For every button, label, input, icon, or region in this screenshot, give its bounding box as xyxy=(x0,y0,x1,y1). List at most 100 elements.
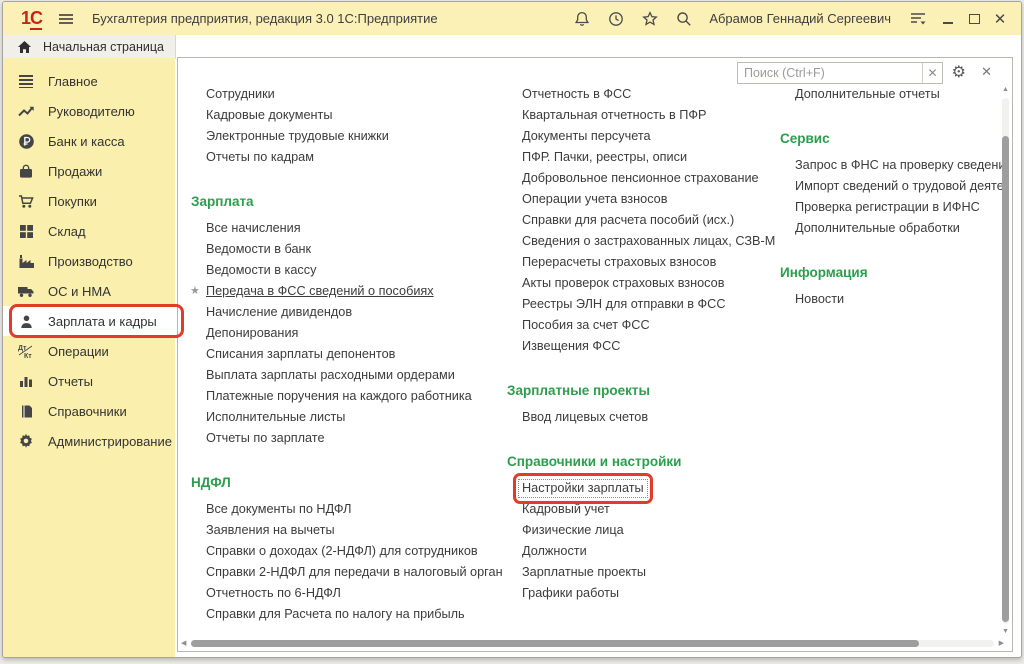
menu-link[interactable]: Перерасчеты страховых взносов xyxy=(522,255,716,269)
menu-link[interactable]: Списания зарплаты депонентов xyxy=(206,347,395,361)
menu-link[interactable]: Зарплатные проекты xyxy=(522,565,646,579)
menu-link[interactable]: Графики работы xyxy=(522,586,619,600)
menu-link[interactable]: Справки для расчета пособий (исх.) xyxy=(522,213,734,227)
history-icon[interactable] xyxy=(599,6,633,32)
chart-icon xyxy=(16,374,36,388)
sidebar-item-bank-i-kassa[interactable]: Банк и касса xyxy=(3,126,175,156)
menu-link[interactable]: Отчетность по 6-НДФЛ xyxy=(206,586,341,600)
sidebar-item-label: Покупки xyxy=(48,194,97,209)
ruble-icon xyxy=(16,133,36,150)
menu-link[interactable]: Депонирования xyxy=(206,326,298,340)
sidebar-item-prodazhi[interactable]: Продажи xyxy=(3,156,175,186)
menu-link[interactable]: Дополнительные отчеты xyxy=(795,87,940,101)
close-window-button[interactable]: ✕ xyxy=(987,7,1013,31)
menu-link[interactable]: Передача в ФСС сведений о пособиях xyxy=(206,284,434,298)
menu-link[interactable]: Отчеты по зарплате xyxy=(206,431,325,445)
menu-link[interactable]: Документы персучета xyxy=(522,129,651,143)
menu-link[interactable]: Выплата зарплаты расходными ордерами xyxy=(206,368,455,382)
menu-link[interactable]: Справки 2-НДФЛ для передачи в налоговый … xyxy=(206,565,503,579)
person-icon xyxy=(16,314,36,329)
menu-link[interactable]: Кадровые документы xyxy=(206,108,332,122)
menu-link[interactable]: Сведения о застрахованных лицах, СЗВ-М xyxy=(522,234,775,248)
svg-text:Кт: Кт xyxy=(24,353,32,359)
sidebar-item-operacii[interactable]: ДтКтОперации xyxy=(3,336,175,366)
menu-link[interactable]: Реестры ЭЛН для отправки в ФСС xyxy=(522,297,726,311)
favorites-star-icon[interactable] xyxy=(633,6,667,32)
menu-link[interactable]: ПФР. Пачки, реестры, описи xyxy=(522,150,687,164)
menu-link[interactable]: Сотрудники xyxy=(206,87,275,101)
menu-link[interactable]: Платежные поручения на каждого работника xyxy=(206,389,472,403)
menu-link[interactable]: Физические лица xyxy=(522,523,624,537)
maximize-button[interactable] xyxy=(961,7,987,31)
menu-link[interactable]: Ввод лицевых счетов xyxy=(522,410,648,424)
notifications-bell-icon[interactable] xyxy=(565,6,599,32)
menu-link[interactable]: Исполнительные листы xyxy=(206,410,345,424)
vertical-scroll-thumb[interactable] xyxy=(1002,136,1009,622)
sidebar-item-pokupki[interactable]: Покупки xyxy=(3,186,175,216)
sidebar-item-administrirovanie[interactable]: Администрирование xyxy=(3,426,175,456)
menu-link[interactable]: Электронные трудовые книжки xyxy=(206,129,389,143)
main-menu-icon[interactable] xyxy=(58,13,74,25)
menu-link[interactable]: Проверка регистрации в ИФНС xyxy=(795,200,980,214)
menu-item-row: Операции учета взносов xyxy=(506,189,772,210)
menu-link[interactable]: Отчеты по кадрам xyxy=(206,150,314,164)
scroll-left-arrow[interactable]: ◀ xyxy=(181,639,186,648)
menu-item-row: Все документы по НДФЛ xyxy=(190,499,502,520)
menu-link[interactable]: Должности xyxy=(522,544,587,558)
sidebar-item-proizvodstvo[interactable]: Производство xyxy=(3,246,175,276)
service-menu-icon[interactable] xyxy=(901,6,935,32)
menu-item-row: Ведомости в банк xyxy=(190,239,502,260)
menu-item-row: Ввод лицевых счетов xyxy=(506,407,772,428)
scroll-up-arrow[interactable]: ▲ xyxy=(1001,86,1010,94)
menu-link[interactable]: Ведомости в кассу xyxy=(206,263,316,277)
tab-home-page[interactable]: Начальная страница xyxy=(3,35,176,59)
sidebar-item-label: Справочники xyxy=(48,404,127,419)
menu-item-row: Новости xyxy=(779,289,1007,310)
menu-link[interactable]: Все начисления xyxy=(206,221,301,235)
minimize-button[interactable] xyxy=(935,7,961,31)
global-search-icon[interactable] xyxy=(667,6,701,32)
menu-item-row: Дополнительные обработки xyxy=(779,218,1007,239)
sidebar-item-spravochniki[interactable]: Справочники xyxy=(3,396,175,426)
section-header: Зарплата xyxy=(191,194,502,209)
trend-icon xyxy=(16,104,36,118)
menu-link[interactable]: Справки для Расчета по налогу на прибыль xyxy=(206,607,465,621)
sidebar-item-rukovoditelyu[interactable]: Руководителю xyxy=(3,96,175,126)
scroll-right-arrow[interactable]: ▶ xyxy=(999,639,1004,648)
sidebar-item-otchety[interactable]: Отчеты xyxy=(3,366,175,396)
sidebar-item-sklad[interactable]: Склад xyxy=(3,216,175,246)
menu-link[interactable]: Все документы по НДФЛ xyxy=(206,502,351,516)
menu-item-row: Импорт сведений о трудовой деятельност xyxy=(779,176,1007,197)
menu-link[interactable]: Отчетность в ФСС xyxy=(522,87,631,101)
sidebar-item-os-i-nma[interactable]: ОС и НМА xyxy=(3,276,175,306)
tab-home-label: Начальная страница xyxy=(43,40,164,54)
menu-link[interactable]: Запрос в ФНС на проверку сведений раб xyxy=(795,158,1007,172)
menu-link[interactable]: Добровольное пенсионное страхование xyxy=(522,171,759,185)
menu-link[interactable]: Новости xyxy=(795,292,844,306)
menu-item-row: Графики работы xyxy=(506,583,772,604)
menu-lines-icon xyxy=(16,74,36,88)
tab-strip xyxy=(175,35,1021,57)
menu-link[interactable]: Заявления на вычеты xyxy=(206,523,335,537)
menu-item-row: Платежные поручения на каждого работника xyxy=(190,386,502,407)
grid-icon xyxy=(16,224,36,239)
menu-link[interactable]: Акты проверок страховых взносов xyxy=(522,276,724,290)
menu-link-nastroyki-zarplaty[interactable]: Настройки зарплаты xyxy=(518,479,648,498)
menu-link[interactable]: Кадровый учет xyxy=(522,502,610,516)
horizontal-scroll-thumb[interactable] xyxy=(191,640,919,647)
menu-link[interactable]: Дополнительные обработки xyxy=(795,221,960,235)
menu-link[interactable]: Ведомости в банк xyxy=(206,242,311,256)
section-header: Информация xyxy=(780,265,1007,280)
menu-link[interactable]: Справки о доходах (2-НДФЛ) для сотрудник… xyxy=(206,544,478,558)
menu-link[interactable]: Начисление дивидендов xyxy=(206,305,352,319)
current-user-name[interactable]: Абрамов Геннадий Сергеевич xyxy=(709,11,891,26)
menu-link[interactable]: Импорт сведений о трудовой деятельност xyxy=(795,179,1007,193)
sidebar-item-glavnoe[interactable]: Главное xyxy=(3,66,175,96)
menu-link[interactable]: Извещения ФСС xyxy=(522,339,620,353)
scroll-down-arrow[interactable]: ▼ xyxy=(1001,628,1010,636)
menu-item-row: Дополнительные отчеты xyxy=(779,84,1007,105)
menu-link[interactable]: Пособия за счет ФСС xyxy=(522,318,650,332)
sidebar-item-zarplata-i-kadry[interactable]: Зарплата и кадры xyxy=(3,306,175,336)
menu-link[interactable]: Квартальная отчетность в ПФР xyxy=(522,108,707,122)
menu-link[interactable]: Операции учета взносов xyxy=(522,192,667,206)
